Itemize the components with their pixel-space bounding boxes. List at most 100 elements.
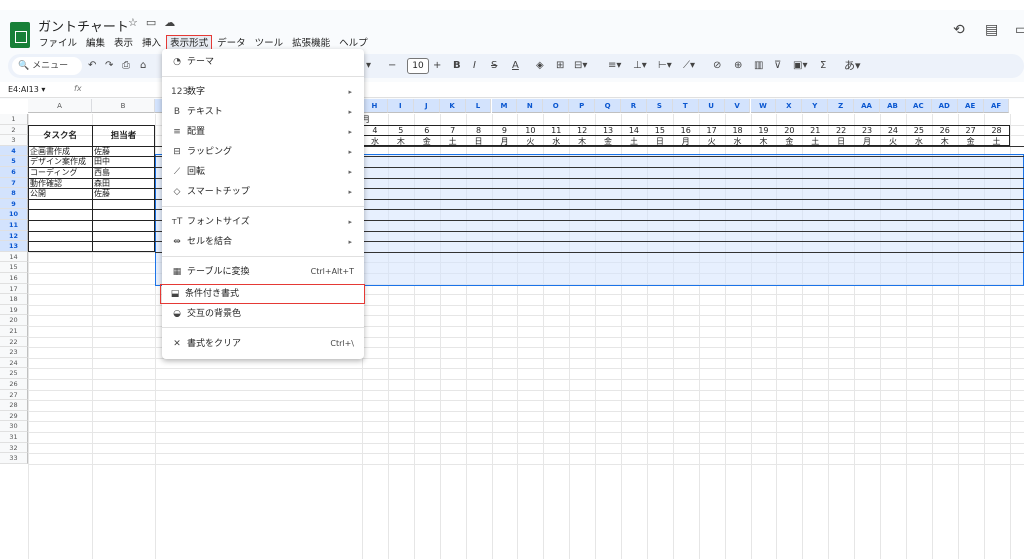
column-header[interactable]: AF	[983, 99, 1010, 113]
undo-icon[interactable]: ↶	[88, 58, 96, 74]
font-dropdown-icon[interactable]: ▾	[366, 58, 371, 74]
column-header[interactable]: J	[413, 99, 440, 113]
video-call-icon[interactable]: ▭	[1015, 22, 1024, 38]
spreadsheet-grid[interactable]: A B H I J K L M N O P Q R S T U V W X Y Z AA AB AC AD AE AF 123456…	[0, 99, 1024, 559]
text-color-icon[interactable]: A	[512, 58, 519, 74]
column-header[interactable]: H	[362, 99, 388, 113]
row-header[interactable]: 33	[0, 453, 28, 464]
column-header[interactable]: O	[543, 99, 570, 113]
row-header[interactable]: 20	[0, 315, 28, 326]
menu-search-input[interactable]: 🔍 メニュー	[12, 57, 82, 75]
row-header[interactable]: 31	[0, 432, 28, 443]
menu-item-number[interactable]: 123 数字 ▸	[162, 82, 364, 102]
row-header[interactable]: 10	[0, 209, 28, 220]
comment-icon[interactable]: ▤	[985, 22, 998, 38]
row-header[interactable]: 24	[0, 357, 28, 369]
column-header[interactable]: AE	[957, 99, 984, 113]
folder-icon[interactable]: ▭	[146, 16, 156, 29]
redo-icon[interactable]: ↷	[105, 58, 113, 74]
menu-item-conditional-format[interactable]: ⬓ 条件付き書式	[160, 284, 365, 304]
menu-item-bold[interactable]: B テキスト ▸	[162, 102, 364, 122]
menu-item-smart-chip[interactable]: ◇ スマートチップ ▸	[162, 182, 364, 202]
row-header[interactable]: 29	[0, 410, 28, 422]
row-header[interactable]: 3	[0, 135, 28, 146]
column-header[interactable]: AB	[880, 99, 906, 113]
column-header[interactable]: Q	[595, 99, 621, 113]
print-icon[interactable]: ⎙	[122, 58, 130, 74]
row-header[interactable]: 17	[0, 283, 28, 295]
row-header[interactable]: 14	[0, 251, 28, 263]
menu-item-font-size[interactable]: тT フォントサイズ ▸	[162, 212, 364, 232]
menu-view[interactable]: 表示	[111, 36, 136, 51]
row-header[interactable]: 9	[0, 198, 28, 210]
menu-edit[interactable]: 編集	[83, 36, 108, 51]
column-header[interactable]: T	[672, 99, 699, 113]
row-header[interactable]: 30	[0, 421, 28, 432]
column-header[interactable]: P	[569, 99, 596, 113]
horizontal-align-icon[interactable]: ≡▾	[608, 58, 621, 74]
link-icon[interactable]: ⊘	[713, 58, 721, 74]
vertical-align-icon[interactable]: ⊥▾	[633, 58, 647, 74]
row-header[interactable]: 19	[0, 304, 28, 316]
column-header[interactable]: R	[621, 99, 647, 113]
paint-format-icon[interactable]: ⌂	[140, 58, 146, 74]
row-header[interactable]: 28	[0, 400, 28, 411]
column-header[interactable]: X	[776, 99, 803, 113]
borders-icon[interactable]: ⊞	[556, 58, 564, 74]
column-header[interactable]: V	[724, 99, 751, 113]
menu-item-wrap[interactable]: ⊟ ラッピング ▸	[162, 142, 364, 162]
row-header[interactable]: 32	[0, 442, 28, 454]
row-header[interactable]: 4	[0, 145, 28, 157]
column-header[interactable]: A	[28, 99, 92, 113]
column-header[interactable]: I	[387, 99, 414, 113]
row-header[interactable]: 26	[0, 379, 28, 390]
star-icon[interactable]: ☆	[128, 16, 138, 29]
menu-item-align[interactable]: ≡ 配置 ▸	[162, 122, 364, 142]
bold-icon[interactable]: B	[453, 58, 461, 74]
row-header[interactable]: 16	[0, 273, 28, 284]
document-title[interactable]: ガントチャート	[38, 16, 129, 35]
row-header[interactable]: 8	[0, 188, 28, 199]
filter-icon[interactable]: ⊽	[774, 58, 781, 74]
text-rotation-icon[interactable]: ⟋▾	[683, 58, 695, 74]
column-header[interactable]: L	[465, 99, 492, 113]
insert-comment-icon[interactable]: ⊕	[734, 58, 742, 74]
row-header[interactable]: 11	[0, 220, 28, 231]
cloud-status-icon[interactable]: ☁	[164, 16, 175, 29]
strikethrough-icon[interactable]: S	[491, 58, 497, 74]
insert-chart-icon[interactable]: ▥	[754, 58, 763, 74]
menu-item-table[interactable]: ▦ テーブルに変換 Ctrl+Alt+T	[162, 262, 364, 282]
column-header[interactable]: N	[517, 99, 544, 113]
column-header[interactable]: S	[646, 99, 673, 113]
row-header[interactable]: 21	[0, 326, 28, 337]
text-wrap-icon[interactable]: ⊢▾	[658, 58, 672, 74]
column-header[interactable]: Y	[802, 99, 829, 113]
italic-icon[interactable]: I	[473, 58, 476, 74]
row-header[interactable]: 5	[0, 156, 28, 167]
functions-icon[interactable]: Σ	[820, 58, 826, 74]
menu-item-clear-format[interactable]: ✕ 書式をクリア Ctrl+\	[162, 334, 364, 354]
row-header[interactable]: 27	[0, 389, 28, 401]
column-header[interactable]: W	[750, 99, 777, 113]
merge-cells-icon[interactable]: ⊟▾	[574, 58, 587, 74]
input-tools-icon[interactable]: あ▾	[844, 58, 861, 74]
column-header[interactable]: AD	[931, 99, 958, 113]
row-header[interactable]: 13	[0, 241, 28, 252]
row-header[interactable]: 12	[0, 230, 28, 242]
menu-item-palette[interactable]: ◔ テーマ	[162, 52, 364, 72]
menu-insert[interactable]: 挿入	[139, 36, 164, 51]
row-header[interactable]: 23	[0, 347, 28, 358]
column-header[interactable]: AA	[854, 99, 880, 113]
menu-item-rotate[interactable]: ⟋ 回転 ▸	[162, 162, 364, 182]
row-header[interactable]: 18	[0, 294, 28, 305]
column-header[interactable]: AC	[905, 99, 932, 113]
increase-font-icon[interactable]: +	[433, 58, 441, 74]
menu-item-merge[interactable]: ⇹ セルを結合 ▸	[162, 232, 364, 252]
decrease-font-icon[interactable]: −	[388, 58, 396, 74]
name-box[interactable]: E4:AI13 ▾	[8, 85, 45, 94]
row-header[interactable]: 6	[0, 167, 28, 178]
menu-item-alternating-colors[interactable]: ◒ 交互の背景色	[162, 304, 364, 324]
fill-color-icon[interactable]: ◈	[536, 58, 544, 74]
row-header[interactable]: 2	[0, 124, 28, 136]
column-header[interactable]: K	[439, 99, 466, 113]
